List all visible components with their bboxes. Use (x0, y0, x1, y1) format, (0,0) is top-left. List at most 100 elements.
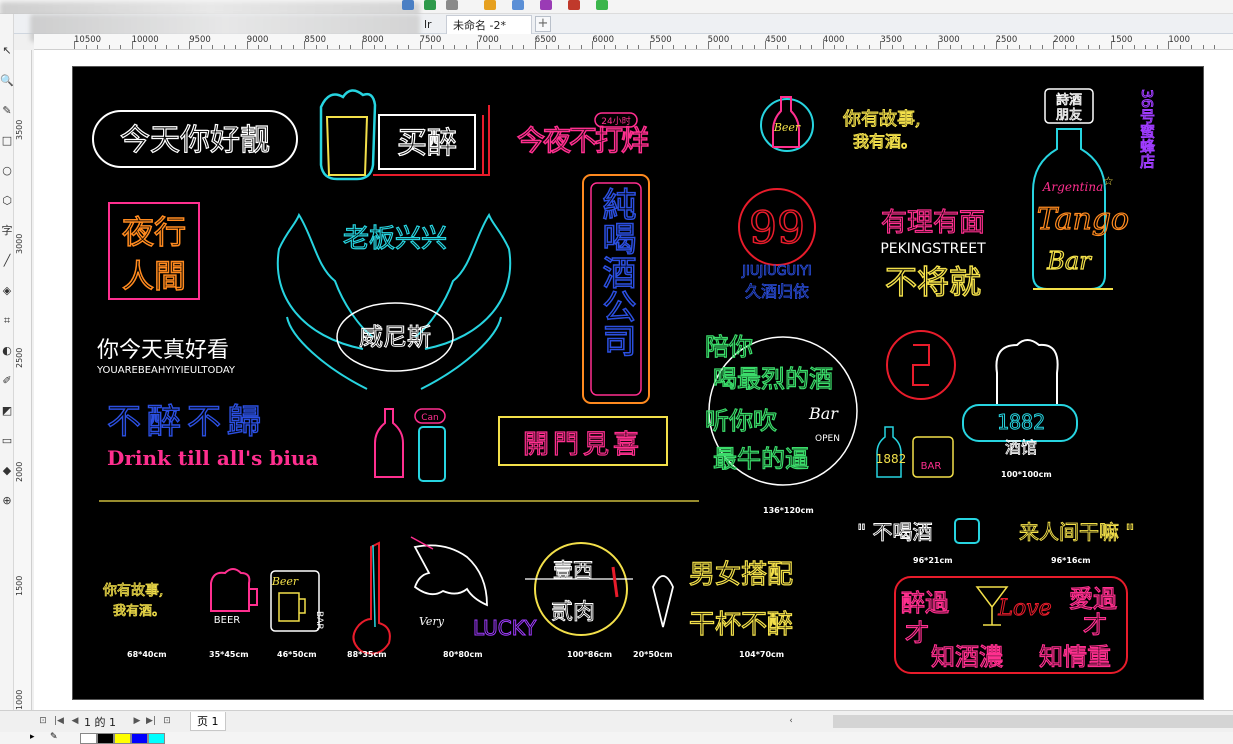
interactive-fill-tool-icon[interactable]: ◩ (0, 402, 14, 420)
h-ruler-tick (661, 45, 663, 49)
prev-page-button[interactable]: ◀ (70, 716, 80, 727)
rectangle-tool-icon[interactable]: □ (0, 132, 14, 150)
swatch-yellow[interactable] (114, 733, 131, 744)
page-tab-1[interactable]: 页 1 (190, 712, 226, 731)
sign-15-size: 136*120cm (763, 506, 814, 515)
eyedropper-tool-icon[interactable]: ✐ (0, 372, 14, 390)
swatch-cyan[interactable] (148, 733, 165, 744)
app-launcher-icon[interactable] (484, 0, 496, 10)
h-ruler-tick (1099, 45, 1101, 49)
h-ruler-label: 5500 (650, 35, 672, 45)
text-tool-icon[interactable]: 字 (0, 222, 14, 240)
plugin-icon[interactable] (596, 0, 608, 10)
artboard-page[interactable]: 今天你好靓 买醉 今夜不打烊 24小时 你有故事, 我有酒。 Beer 詩酒 朋… (72, 66, 1204, 700)
h-ruler-label: 9500 (189, 35, 211, 45)
pick-tool-icon[interactable]: ↖ (0, 42, 14, 60)
next-page-button[interactable]: ▶ (132, 716, 142, 727)
sign-8-center: 威尼斯 (359, 323, 431, 351)
sign-15-line1: 陪你 (705, 333, 753, 361)
tab-active-document[interactable]: 未命名 -2* (446, 15, 532, 34)
h-ruler-tick (189, 41, 191, 49)
sign-19-text: " 不喝酒 (857, 520, 933, 544)
h-ruler-tick (903, 45, 905, 49)
tab-previous[interactable]: lr (418, 15, 438, 34)
swatch-none[interactable] (80, 733, 97, 744)
drawing-canvas[interactable]: 今天你好靓 买醉 今夜不打烊 24小时 你有故事, 我有酒。 Beer 詩酒 朋… (34, 50, 1233, 710)
publish-icon[interactable] (568, 0, 580, 10)
document-tabs: lr 未命名 -2* + (0, 14, 1233, 42)
sign-17-mug-icon (995, 339, 1059, 406)
bottom-5-size: 80*80cm (443, 650, 483, 659)
bottom-3-mug-icon (278, 592, 306, 622)
sign-21-love: Love (997, 596, 1051, 621)
add-tab-button[interactable]: + (535, 16, 551, 32)
fill-tool-icon[interactable]: ◈ (0, 282, 14, 300)
h-ruler-tick (742, 45, 744, 49)
ice-cream-icon (652, 575, 674, 628)
h-ruler-label: 4500 (765, 35, 787, 45)
h-ruler-tick (1064, 45, 1066, 49)
h-ruler-label: 7000 (477, 35, 499, 45)
h-ruler-tick (154, 45, 156, 49)
palette-arrow-icon[interactable]: ▸ (30, 732, 35, 742)
smart-fill-tool-icon[interactable]: ◆ (0, 462, 14, 480)
export-icon[interactable] (424, 0, 436, 10)
h-ruler-tick (131, 41, 133, 49)
welcome-icon[interactable] (512, 0, 524, 10)
skewer-icon (611, 566, 619, 598)
add-icon[interactable]: ⊕ (0, 492, 14, 510)
line-tool-icon[interactable]: ╱ (0, 252, 14, 270)
outline-tool-icon[interactable]: ▭ (0, 432, 14, 450)
eyedropper-icon[interactable]: ✎ (50, 732, 58, 742)
h-ruler-tick (143, 45, 145, 49)
h-ruler-label: 3500 (880, 35, 903, 45)
import-icon[interactable] (402, 0, 414, 10)
h-ruler-tick (177, 45, 179, 49)
transparency-tool-icon[interactable]: ◐ (0, 342, 14, 360)
h-ruler-tick (603, 45, 605, 49)
h-ruler-tick (995, 41, 997, 49)
v-ruler-label: 2500 (15, 347, 24, 368)
horizontal-ruler[interactable]: 10500 10000 9500 9000 8500 8000 7500 7000 6500 60… (34, 34, 1233, 50)
swatch-blue[interactable] (131, 733, 148, 744)
polygon-tool-icon[interactable]: ⬡ (0, 192, 14, 210)
sign-3-badge: 24小时 (601, 115, 630, 127)
crop-tool-icon[interactable]: ⌗ (0, 312, 14, 330)
h-ruler-tick (488, 45, 490, 49)
vertical-ruler[interactable]: 3500 3000 2500 2000 1500 1000 (14, 50, 32, 710)
swatch-black[interactable] (97, 733, 114, 744)
h-ruler-tick (120, 45, 121, 49)
horizontal-scrollbar[interactable] (833, 715, 1233, 728)
zoom-tool-icon[interactable]: 🔍 (0, 72, 14, 90)
h-ruler-tick (638, 45, 640, 49)
bottom-2-mug-icon (210, 568, 258, 612)
sign-15-bar: Bar (808, 404, 839, 423)
h-ruler-label: 2500 (995, 35, 1018, 45)
h-ruler-tick (615, 45, 617, 49)
sign-5-line2: 朋友 (1056, 107, 1082, 123)
corel-connect-icon[interactable] (540, 0, 552, 10)
ellipse-tool-icon[interactable]: ○ (0, 162, 14, 180)
h-ruler-label: 10000 (131, 35, 159, 45)
add-page-icon[interactable]: ⊡ (162, 716, 172, 727)
scroll-left-button[interactable]: ‹ (786, 716, 796, 727)
sign-10-logo: 99 (749, 203, 805, 254)
freehand-tool-icon[interactable]: ✎ (0, 102, 14, 120)
h-ruler-label: 9000 (246, 35, 269, 45)
h-ruler-tick (1202, 45, 1204, 49)
page-options-icon[interactable]: ⊡ (38, 716, 48, 727)
last-page-button[interactable]: ▶| (146, 716, 156, 727)
sign-10-cn: 久酒归依 (745, 282, 809, 301)
h-ruler-tick (235, 45, 237, 49)
sign-11-line2: PEKINGSTREET (880, 241, 986, 257)
h-ruler-tick (546, 45, 548, 49)
app-window: lr 未命名 -2* + ↖ 🔍 ✎ □ ○ ⬡ 字 ╱ ◈ ⌗ ◐ ✐ ◩ ▭ ◆ ⊕ 10500 10000… (0, 0, 1233, 744)
h-ruler-tick (1030, 45, 1032, 49)
h-ruler-tick (765, 41, 767, 49)
first-page-button[interactable]: |◀ (54, 716, 64, 727)
sign-21-r3: 知情重 (1039, 643, 1111, 671)
grid-icon[interactable] (446, 0, 458, 10)
sign-14-en: Drink till all's biua (107, 446, 318, 470)
h-ruler-tick (534, 41, 536, 49)
sign-16-text: 開門見喜 (523, 430, 643, 460)
